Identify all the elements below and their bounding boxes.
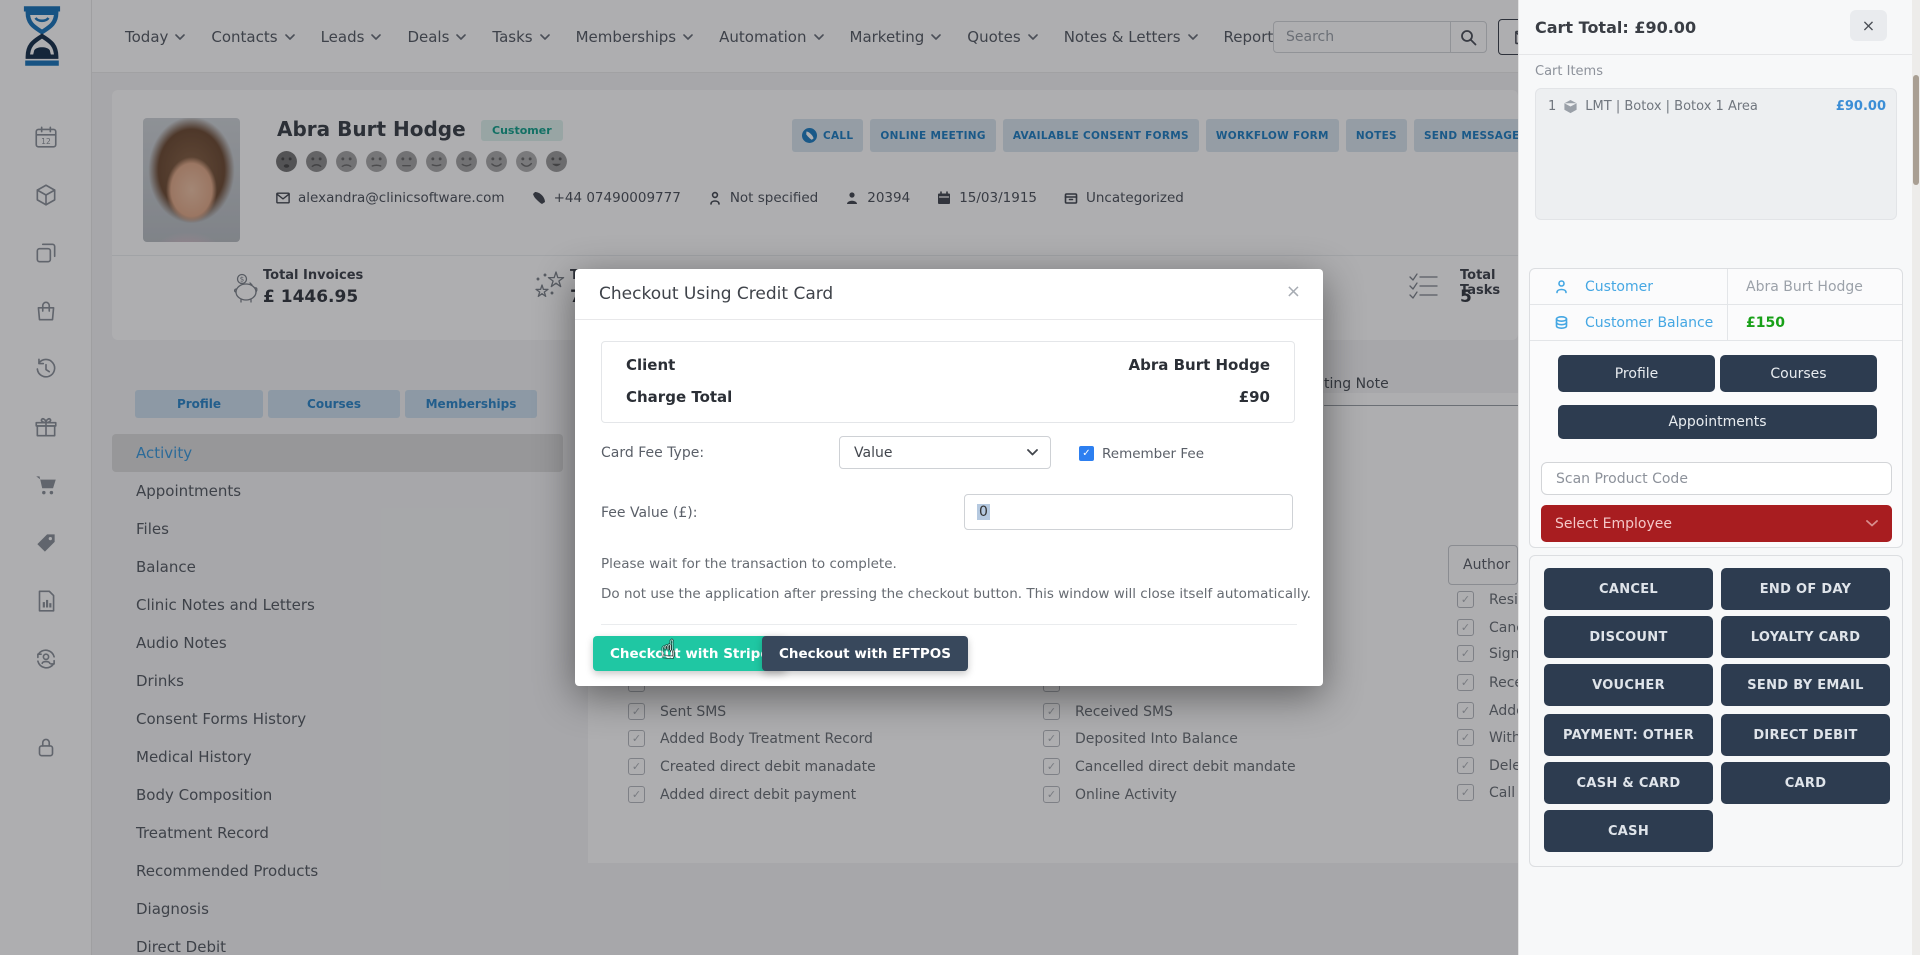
charge-total-row: Charge Total £90 <box>626 388 1270 406</box>
warning-text: Do not use the application after pressin… <box>601 586 1311 602</box>
checkout-modal: Checkout Using Credit Card × Client Abra… <box>575 269 1323 686</box>
courses-button[interactable]: Courses <box>1720 355 1877 392</box>
card-button[interactable]: CARD <box>1721 762 1890 804</box>
chevron-down-icon <box>1027 449 1038 456</box>
payment-other-button[interactable]: PAYMENT: OTHER <box>1544 714 1713 756</box>
divider <box>575 319 1323 320</box>
cash-button[interactable]: CASH <box>1544 810 1713 852</box>
divider <box>1519 54 1913 55</box>
package-icon <box>1563 99 1578 114</box>
cart-item[interactable]: 1 LMT | Botox | Botox 1 Area £90.00 <box>1548 99 1886 114</box>
voucher-button[interactable]: VOUCHER <box>1544 664 1713 706</box>
customer-balance-value: £150 <box>1746 315 1785 331</box>
modal-title: Checkout Using Credit Card <box>599 284 833 304</box>
remember-fee-label: Remember Fee <box>1102 446 1204 462</box>
customer-value: Abra Burt Hodge <box>1746 279 1863 295</box>
cart-total-title: Cart Total: £90.00 <box>1535 18 1696 37</box>
divider <box>1727 305 1728 341</box>
customer-balance-label: Customer Balance <box>1585 315 1715 331</box>
customer-balance-row[interactable]: Customer Balance £150 <box>1530 305 1902 341</box>
card-fee-type-select[interactable]: Value <box>839 436 1051 469</box>
cart-items-label: Cart Items <box>1535 64 1603 79</box>
divider <box>601 624 1297 625</box>
item-qty: 1 <box>1548 99 1556 114</box>
page-scrollbar[interactable] <box>1912 0 1920 955</box>
send-by-email-button[interactable]: SEND BY EMAIL <box>1721 664 1890 706</box>
card-fee-type-label: Card Fee Type: <box>601 445 704 461</box>
fee-value-input[interactable]: 0 <box>964 494 1293 530</box>
cart-panel: Cart Total: £90.00 × Cart Items 1 LMT | … <box>1518 0 1912 955</box>
appointments-button[interactable]: Appointments <box>1558 405 1877 439</box>
pos-actions-section: CANCEL END OF DAY DISCOUNT LOYALTY CARD … <box>1529 555 1903 867</box>
customer-row[interactable]: Customer Abra Burt Hodge <box>1530 269 1902 305</box>
remember-fee-checkbox[interactable] <box>1079 446 1094 461</box>
fee-value-text: 0 <box>977 504 990 520</box>
divider <box>1727 269 1728 305</box>
coins-icon <box>1554 315 1569 330</box>
modal-close-button[interactable]: × <box>1286 281 1301 302</box>
wait-text: Please wait for the transaction to compl… <box>601 556 897 572</box>
client-label: Client <box>626 356 675 374</box>
customer-section: Customer Abra Burt Hodge Customer Balanc… <box>1529 268 1903 548</box>
cart-close-button[interactable]: × <box>1850 10 1887 41</box>
end-of-day-button[interactable]: END OF DAY <box>1721 568 1890 610</box>
direct-debit-button[interactable]: DIRECT DEBIT <box>1721 714 1890 756</box>
select-employee-dropdown[interactable]: Select Employee <box>1541 505 1892 542</box>
client-row: Client Abra Burt Hodge <box>626 356 1270 374</box>
charge-summary-panel: Client Abra Burt Hodge Charge Total £90 <box>601 341 1295 423</box>
person-icon <box>1554 279 1569 294</box>
item-price: £90.00 <box>1836 99 1886 114</box>
discount-button[interactable]: DISCOUNT <box>1544 616 1713 658</box>
profile-button[interactable]: Profile <box>1558 355 1715 392</box>
checkout-stripe-button[interactable]: Checkout with Stripe <box>593 636 786 671</box>
select-employee-label: Select Employee <box>1555 516 1672 532</box>
chevron-down-icon <box>1866 520 1878 527</box>
cancel-button[interactable]: CANCEL <box>1544 568 1713 610</box>
cash-and-card-button[interactable]: CASH & CARD <box>1544 762 1713 804</box>
checkout-eftpos-button[interactable]: Checkout with EFTPOS <box>762 636 968 671</box>
card-fee-type-value: Value <box>854 445 892 461</box>
customer-label: Customer <box>1585 279 1715 295</box>
mouse-cursor-icon: ☝ <box>661 635 676 663</box>
scrollbar-thumb[interactable] <box>1913 75 1919 185</box>
client-value: Abra Burt Hodge <box>1129 356 1271 374</box>
item-name: LMT | Botox | Botox 1 Area <box>1585 99 1758 114</box>
loyalty-card-button[interactable]: LOYALTY CARD <box>1721 616 1890 658</box>
charge-total-label: Charge Total <box>626 388 732 406</box>
scan-product-code-input[interactable] <box>1541 462 1892 495</box>
fee-value-label: Fee Value (£): <box>601 505 697 521</box>
cart-items-box: 1 LMT | Botox | Botox 1 Area £90.00 <box>1535 88 1897 220</box>
charge-total-value: £90 <box>1239 388 1270 406</box>
